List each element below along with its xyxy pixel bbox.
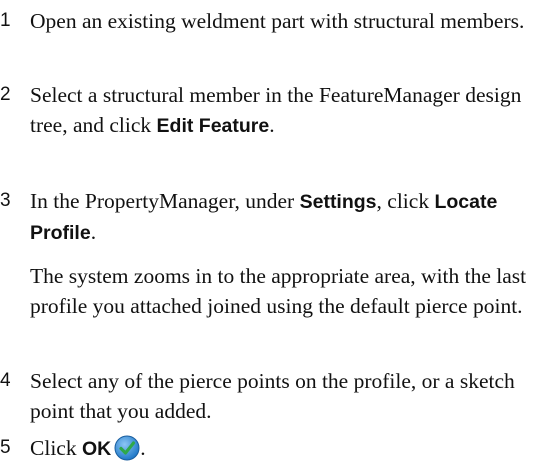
ui-term-edit-feature: Edit Feature	[156, 115, 270, 137]
step-number: 5	[0, 437, 11, 458]
step-number: 3	[0, 190, 11, 211]
step-text: Select a structural member in the Featur…	[30, 80, 545, 141]
ok-checkmark-icon	[114, 435, 140, 461]
step-text-part: Open an existing weldment part with stru…	[30, 9, 525, 33]
step-text: Select any of the pierce points on the p…	[30, 366, 545, 426]
step-text-part: , click	[376, 189, 435, 213]
ui-term-settings: Settings	[299, 191, 377, 213]
step-number: 2	[0, 84, 11, 105]
step-text: In the PropertyManager, under Settings, …	[30, 186, 545, 248]
step-text-part: Select any of the pierce points on the p…	[30, 369, 515, 423]
procedure-document: 1 Open an existing weldment part with st…	[0, 0, 548, 470]
step-text-part: .	[269, 113, 275, 137]
step-number: 4	[0, 370, 11, 391]
step-text: Open an existing weldment part with stru…	[30, 6, 545, 36]
step-text: Click OK.	[30, 433, 545, 464]
ui-term-ok: OK	[81, 438, 112, 460]
step-text-part: Click	[30, 436, 82, 460]
step-text-part: .	[140, 436, 146, 460]
step-text-part: In the PropertyManager, under	[30, 189, 300, 213]
step-text-part: Select a structural member in the Featur…	[30, 83, 522, 137]
step-text-part: .	[90, 220, 97, 244]
step-3-note: The system zooms in to the appropriate a…	[30, 264, 527, 318]
step-number: 1	[0, 10, 11, 31]
